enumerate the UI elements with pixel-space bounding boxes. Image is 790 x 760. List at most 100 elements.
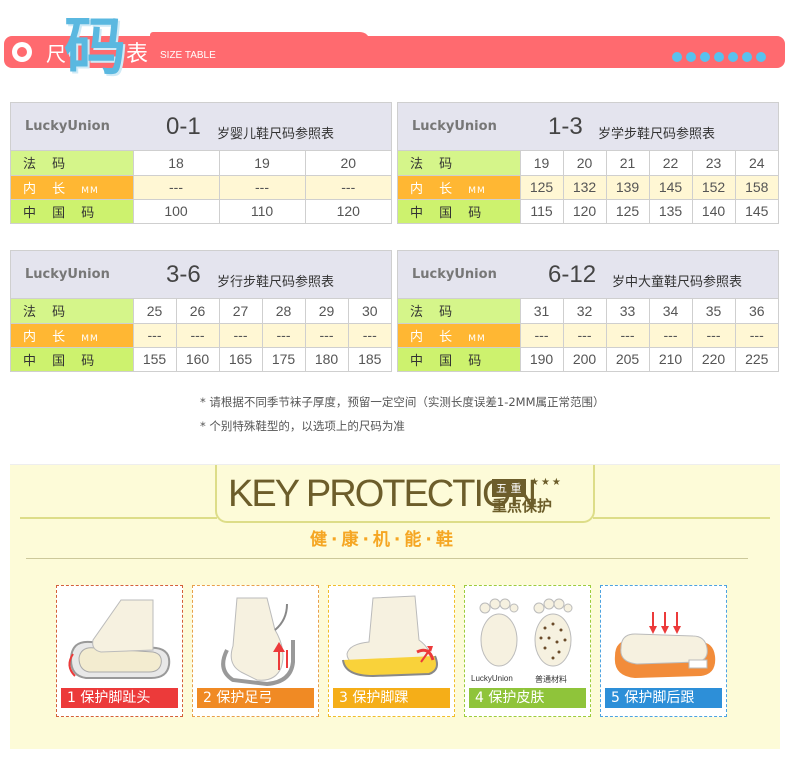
table-cell: 19	[218, 151, 306, 176]
table-cell: ---	[261, 322, 306, 348]
row-label-french: 法 码	[398, 299, 521, 324]
table-cell: 20	[304, 151, 391, 176]
card-caption: 4 保护皮肤	[469, 688, 586, 708]
table-cell: 125	[605, 198, 650, 223]
table-cell: 25	[132, 299, 177, 324]
table-cell: ---	[519, 322, 564, 348]
row-label-china: 中 国 码	[11, 346, 134, 371]
row-label-china: 中 国 码	[398, 198, 521, 223]
inner-label-text: 内 长	[410, 329, 459, 345]
dot-icon	[686, 52, 696, 62]
card-caption: 3 保护脚踝	[333, 688, 450, 708]
table-cell: 120	[562, 198, 607, 223]
card-caption: 5 保护脚后跟	[605, 688, 722, 708]
table-cell: ---	[734, 322, 778, 348]
table-row-french-size: 法 码 25 26 27 28 29 30	[11, 299, 391, 324]
table-cell: 152	[691, 174, 736, 200]
table-cell: ---	[132, 322, 177, 348]
inner-label-text: 内 长	[410, 181, 459, 197]
dot-icon	[700, 52, 710, 62]
table-row-china-size: 中 国 码 100 110 120	[11, 198, 391, 223]
table-cell: 110	[218, 198, 306, 223]
size-grid: 法 码 19 20 21 22 23 24 内 长 MM 125 132 139…	[398, 151, 778, 223]
row-label-inner: 内 长 MM	[11, 322, 134, 348]
row-label-inner: 内 长 MM	[11, 174, 134, 200]
dot-icon	[742, 52, 752, 62]
banner-line-right	[593, 517, 770, 519]
table-row-french-size: 法 码 31 32 33 34 35 36	[398, 299, 778, 324]
table-row-china-size: 中 国 码 115 120 125 135 140 145	[398, 198, 778, 223]
size-notes: * 请根据不同季节袜子厚度，预留一定空间（实测长度误差1-2MM属正常范围） *…	[200, 390, 605, 438]
table-cell: 35	[691, 299, 736, 324]
table-cell: 132	[562, 174, 607, 200]
table-heading: LuckyUnion 6-12 岁中大童鞋尺码参照表	[398, 251, 778, 299]
row-label-inner: 内 长 MM	[398, 322, 521, 348]
table-cell: 23	[691, 151, 736, 176]
size-table-header: 尺 码 表 SIZE TABLE	[0, 0, 790, 83]
card-caption: 1 保护脚趾头	[61, 688, 178, 708]
table-cell: 115	[519, 198, 564, 223]
table-cell: 32	[562, 299, 607, 324]
protection-card-toe: 1 保护脚趾头	[56, 585, 183, 717]
table-cell: 33	[605, 299, 650, 324]
table-row-inner-length: 内 长 MM --- --- --- --- --- ---	[11, 322, 391, 348]
table-cell: 20	[562, 151, 607, 176]
table-row-inner-length: 内 长 MM --- --- ---	[11, 174, 391, 200]
age-range: 0-1	[166, 113, 201, 140]
size-table-1-3: LuckyUnion 1-3 岁学步鞋尺码参照表 法 码 19 20 21 22…	[397, 102, 779, 224]
dot-icon	[756, 52, 766, 62]
table-cell: 190	[519, 346, 564, 371]
healthy-slogan: 健·康·机·能·鞋	[310, 530, 457, 550]
table-cell: 145	[648, 174, 693, 200]
table-cell: 36	[734, 299, 778, 324]
age-range: 1-3	[548, 113, 583, 140]
table-cell: ---	[562, 322, 607, 348]
dot-icon	[714, 52, 724, 62]
age-range: 6-12	[548, 261, 597, 288]
dot-icon	[728, 52, 738, 62]
table-cell: 220	[691, 346, 736, 371]
protection-subtitle: 重点保护	[492, 497, 553, 515]
table-row-french-size: 法 码 19 20 21 22 23 24	[398, 151, 778, 176]
row-label-china: 中 国 码	[11, 198, 134, 223]
table-cell: ---	[304, 174, 391, 200]
arch-protection-icon	[197, 590, 314, 687]
table-cell: ---	[691, 322, 736, 348]
size-grid: 法 码 31 32 33 34 35 36 内 长 MM --- --- ---…	[398, 299, 778, 371]
table-cell: ---	[304, 322, 349, 348]
table-cell: ---	[132, 174, 220, 200]
brand-name: LuckyUnion	[25, 267, 110, 282]
heel-protection-icon	[605, 590, 722, 686]
table-cell: 175	[261, 346, 306, 371]
header-ma: 码	[64, 10, 127, 83]
protection-card-arch: 2 保护足弓	[192, 585, 319, 717]
table-row-french-size: 法 码 18 19 20	[11, 151, 391, 176]
table-cell: 125	[519, 174, 564, 200]
note-line: * 个别特殊鞋型的，以选项上的尺码为准	[200, 419, 405, 433]
table-cell: 100	[132, 198, 220, 223]
table-heading: LuckyUnion 0-1 岁婴儿鞋尺码参照表	[11, 103, 391, 151]
table-row-china-size: 中 国 码 190 200 205 210 220 225	[398, 346, 778, 371]
size-grid: 法 码 25 26 27 28 29 30 内 长 MM --- --- ---…	[11, 299, 391, 371]
brand-name: LuckyUnion	[412, 267, 497, 282]
skin-protection-icon: LuckyUnion 普通材料	[469, 590, 586, 686]
brand-name: LuckyUnion	[412, 119, 497, 134]
header-biao: 表	[126, 42, 149, 67]
table-description: 岁行步鞋尺码参照表	[217, 275, 335, 290]
divider	[26, 558, 748, 559]
table-cell: ---	[347, 322, 391, 348]
note-line: * 请根据不同季节袜子厚度，预留一定空间（实测长度误差1-2MM属正常范围）	[200, 395, 605, 409]
table-cell: 19	[519, 151, 564, 176]
brand-material-label: LuckyUnion	[471, 674, 513, 683]
size-table-3-6: LuckyUnion 3-6 岁行步鞋尺码参照表 法 码 25 26 27 28…	[10, 250, 392, 372]
table-row-inner-length: 内 长 MM --- --- --- --- --- ---	[398, 322, 778, 348]
table-cell: 135	[648, 198, 693, 223]
row-label-china: 中 国 码	[398, 346, 521, 371]
table-cell: 29	[304, 299, 349, 324]
age-range: 3-6	[166, 261, 201, 288]
table-cell: 18	[132, 151, 220, 176]
table-description: 岁婴儿鞋尺码参照表	[217, 127, 335, 142]
size-grid: 法 码 18 19 20 内 长 MM --- --- --- 中 国 码 10…	[11, 151, 391, 223]
inner-label-text: 内 长	[23, 181, 72, 197]
table-cell: 200	[562, 346, 607, 371]
